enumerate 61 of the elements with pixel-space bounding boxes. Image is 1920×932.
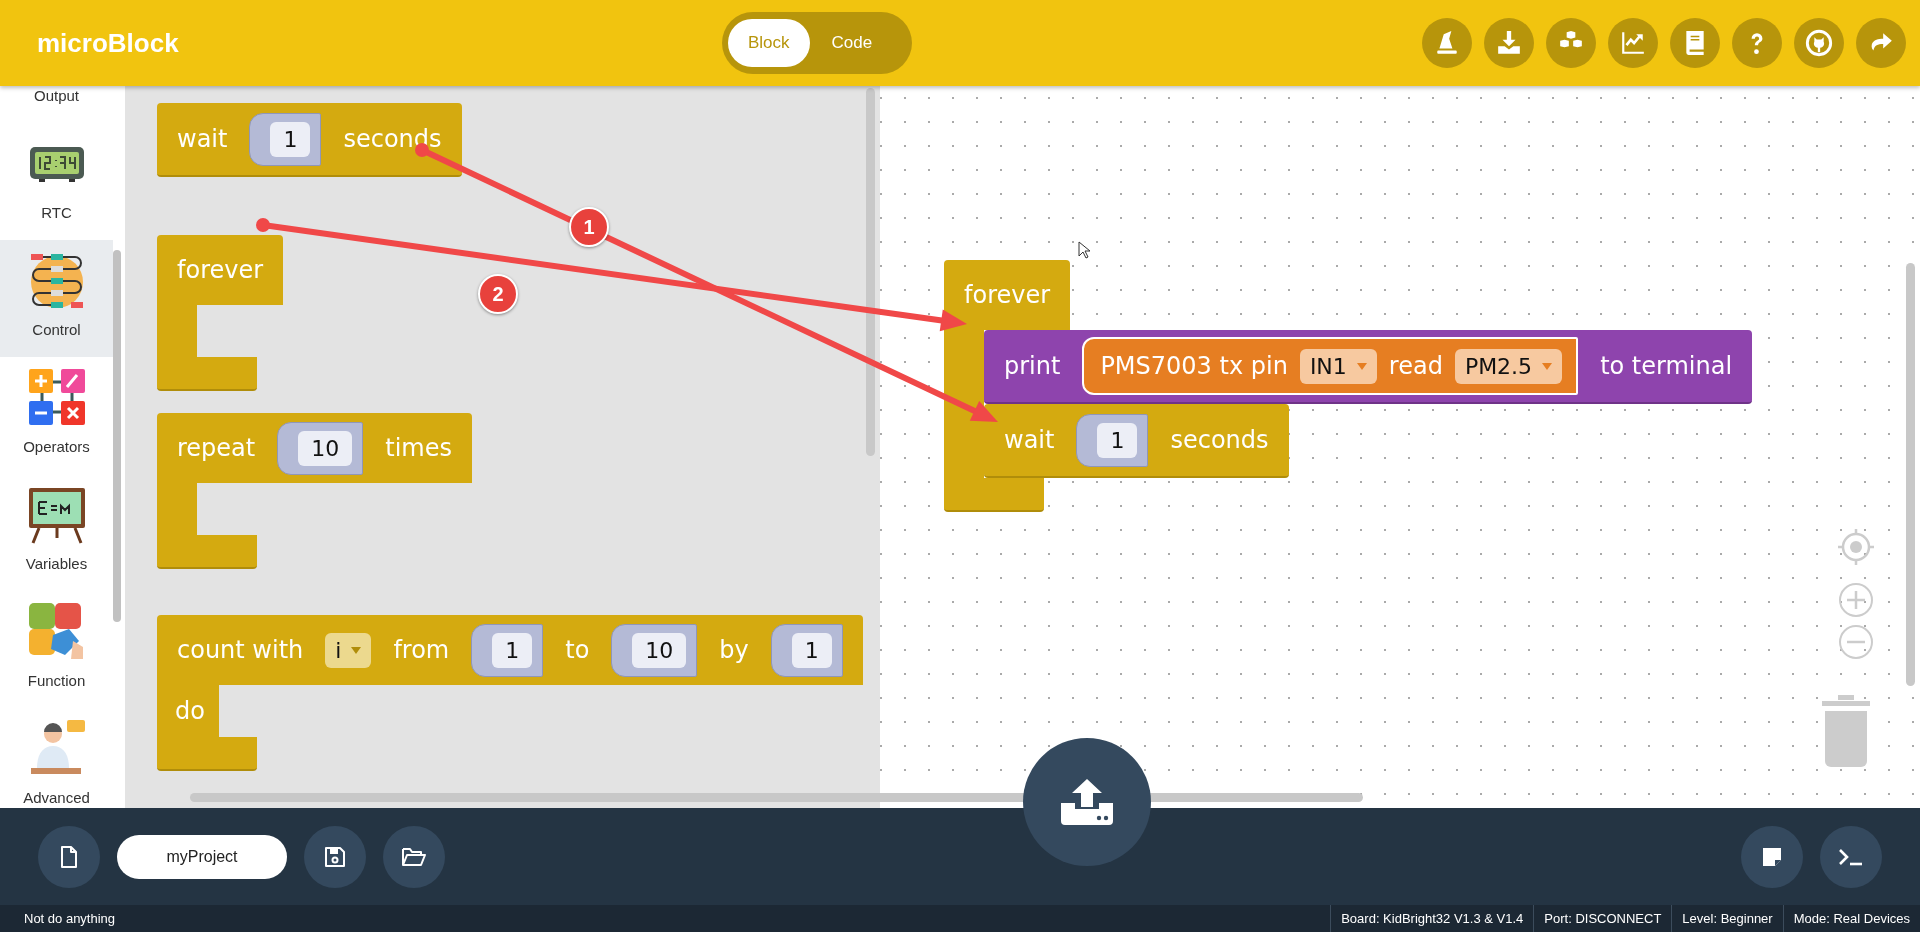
block-label: PMS7003 tx pin (1100, 352, 1288, 380)
block-label: read (1388, 352, 1443, 380)
trash-icon[interactable] (1820, 695, 1872, 767)
block-label: seconds (1170, 426, 1269, 454)
block-label: count with (177, 636, 304, 664)
status-item: Port: DISCONNECT (1533, 905, 1672, 932)
caret-icon (351, 646, 362, 654)
scrollbar[interactable] (113, 250, 121, 622)
block-label: to terminal (1600, 352, 1733, 380)
chart-icon[interactable] (1608, 18, 1658, 68)
code-block[interactable]: forever print PMS7003 tx pin IN1 read PM2.5 to terminal wait 1 seconds (944, 260, 1753, 512)
share-icon[interactable] (1856, 18, 1906, 68)
number-input[interactable]: 1 (249, 112, 322, 166)
status-item: Level: Beginner (1671, 905, 1783, 932)
project-name-field[interactable]: myProject (117, 834, 287, 879)
code-block[interactable]: count with i from 1 to 10 by 1 do (157, 615, 863, 771)
math-operators-icon (26, 367, 87, 427)
code-block[interactable]: print PMS7003 tx pin IN1 read PM2.5 to terminal (984, 330, 1753, 404)
block-label: forever (964, 281, 1051, 309)
block-label: from (393, 636, 450, 664)
status-message: Not do anything (24, 911, 116, 926)
github-icon[interactable] (1794, 18, 1844, 68)
number-input[interactable]: 10 (277, 421, 364, 475)
block-label: seconds (343, 125, 442, 153)
status-item: Mode: Real Devices (1782, 905, 1920, 932)
block-label: print (1004, 352, 1061, 380)
dropdown-field[interactable]: IN1 (1299, 348, 1377, 384)
block-label: times (385, 434, 452, 462)
sensor-block[interactable]: PMS7003 tx pin IN1 read PM2.5 (1082, 337, 1579, 395)
block-label: by (719, 636, 749, 664)
block-label: do (175, 697, 205, 725)
dropdown-field[interactable]: i (325, 632, 372, 668)
dropdown-field[interactable]: PM2.5 (1454, 348, 1563, 384)
cubes-icon[interactable] (1546, 18, 1596, 68)
block-label: wait (177, 125, 228, 153)
caret-icon (1356, 362, 1367, 370)
mouse-cursor-icon (1078, 241, 1090, 259)
download-icon[interactable] (1484, 18, 1534, 68)
app-title: microBlock (37, 27, 179, 59)
zoom-out-icon[interactable] (1838, 624, 1874, 660)
block-label: to (565, 636, 590, 664)
help-icon[interactable] (1732, 18, 1782, 68)
scrollbar[interactable] (866, 88, 875, 456)
code-block[interactable]: wait 1 seconds (984, 404, 1289, 478)
category-item[interactable]: Control (0, 240, 113, 357)
book-icon[interactable] (1670, 18, 1720, 68)
block-label: forever (177, 256, 264, 284)
block-label: wait (1004, 426, 1055, 454)
scrollbar[interactable] (1906, 263, 1915, 686)
block-label: repeat (177, 434, 256, 462)
code-block[interactable]: wait 1 seconds (157, 103, 462, 177)
code-block[interactable]: repeat 10 times (157, 413, 472, 569)
caret-icon (1542, 362, 1553, 370)
wizard-hat-icon[interactable] (1422, 18, 1472, 68)
number-input[interactable]: 1 (471, 623, 544, 677)
number-input[interactable]: 1 (1076, 413, 1149, 467)
recenter-icon[interactable] (1838, 529, 1874, 565)
number-input[interactable]: 1 (770, 623, 843, 677)
status-item: Board: KidBright32 V1.3 & V1.4 (1330, 905, 1534, 932)
zoom-in-icon[interactable] (1838, 582, 1874, 618)
number-input[interactable]: 10 (611, 623, 698, 677)
